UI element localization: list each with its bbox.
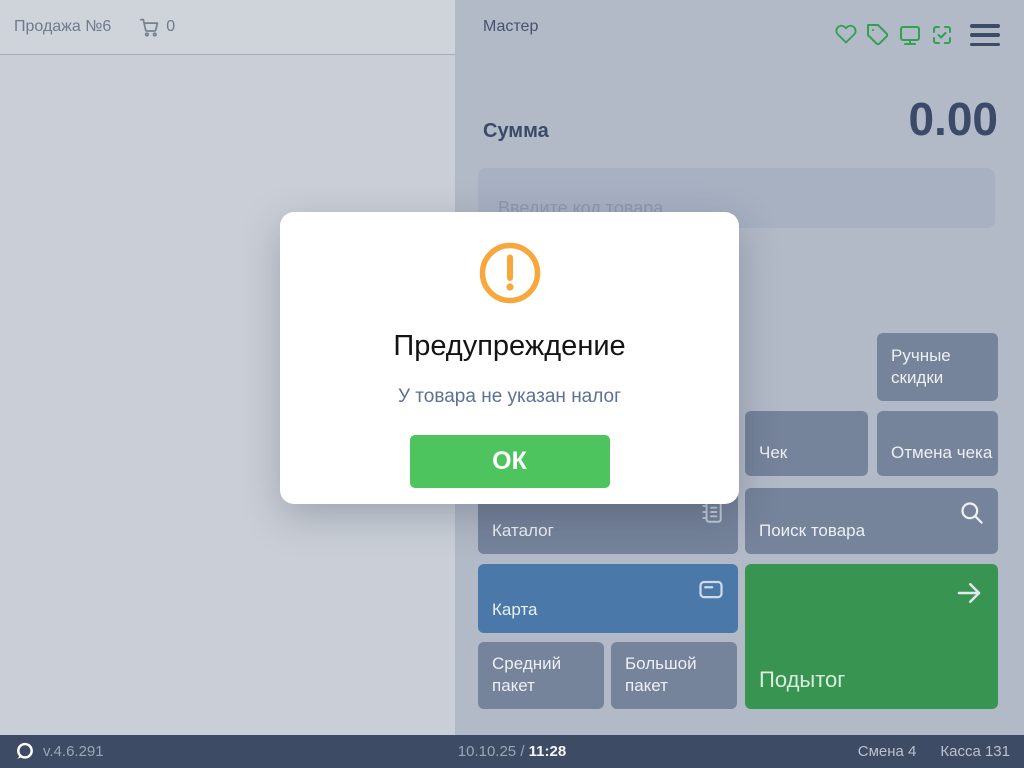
status-time: 11:28	[528, 743, 567, 760]
search-icon	[961, 502, 983, 524]
menu-icon[interactable]	[970, 24, 1000, 46]
manual-discounts-button[interactable]: Ручные скидки	[877, 333, 998, 401]
sale-header: Продажа №6 0	[0, 0, 455, 55]
button-label: Отмена чека	[891, 442, 993, 462]
button-label: Каталог	[492, 520, 554, 540]
button-label: Большой пакет	[625, 653, 697, 695]
arrow-right-icon	[957, 583, 981, 603]
user-name[interactable]: Мастер	[483, 18, 538, 36]
cancel-check-button[interactable]: Отмена чека	[877, 411, 998, 476]
sum-value: 0.00	[908, 93, 998, 145]
modal-title: Предупреждение	[393, 330, 626, 362]
button-label: Карта	[492, 599, 538, 619]
large-bag-button[interactable]: Большой пакет	[611, 642, 737, 709]
warning-icon	[479, 242, 540, 304]
tag-icon[interactable]	[866, 23, 890, 47]
cart-indicator: 0	[139, 17, 175, 38]
header-icons	[834, 23, 1000, 47]
button-label: Подытог	[759, 667, 846, 693]
button-label: Ручные скидки	[891, 345, 951, 387]
subtotal-button[interactable]: Подытог	[745, 564, 998, 709]
credit-card-icon	[699, 580, 723, 599]
search-product-button[interactable]: Поиск товара	[745, 488, 998, 554]
button-label: Средний пакет	[492, 653, 562, 695]
heart-icon[interactable]	[834, 23, 858, 47]
cart-count: 0	[166, 18, 176, 35]
display-icon[interactable]	[898, 23, 922, 47]
pos-app: Продажа №6 0 Мастер Сумма 0.00 Введите к…	[0, 0, 1024, 768]
warning-modal: Предупреждение У товара не указан налог …	[280, 212, 739, 504]
status-separator: /	[520, 743, 525, 760]
card-button[interactable]: Карта	[478, 564, 738, 633]
scan-check-icon[interactable]	[930, 23, 954, 47]
medium-bag-button[interactable]: Средний пакет	[478, 642, 604, 709]
status-date: 10.10.25	[457, 743, 517, 760]
sum-label: Сумма	[483, 120, 549, 142]
sale-title: Продажа №6	[14, 18, 112, 35]
button-label: Чек	[759, 442, 788, 462]
status-datetime: 10.10.25 / 11:28	[0, 743, 1024, 760]
modal-message: У товара не указан налог	[397, 386, 622, 407]
check-button[interactable]: Чек	[745, 411, 868, 476]
cart-icon	[140, 18, 159, 37]
ok-button[interactable]: ОК	[409, 435, 610, 488]
status-bar: v.4.6.291 10.10.25 / 11:28 Смена 4 Касса…	[0, 735, 1024, 768]
button-label: Поиск товара	[759, 520, 866, 540]
